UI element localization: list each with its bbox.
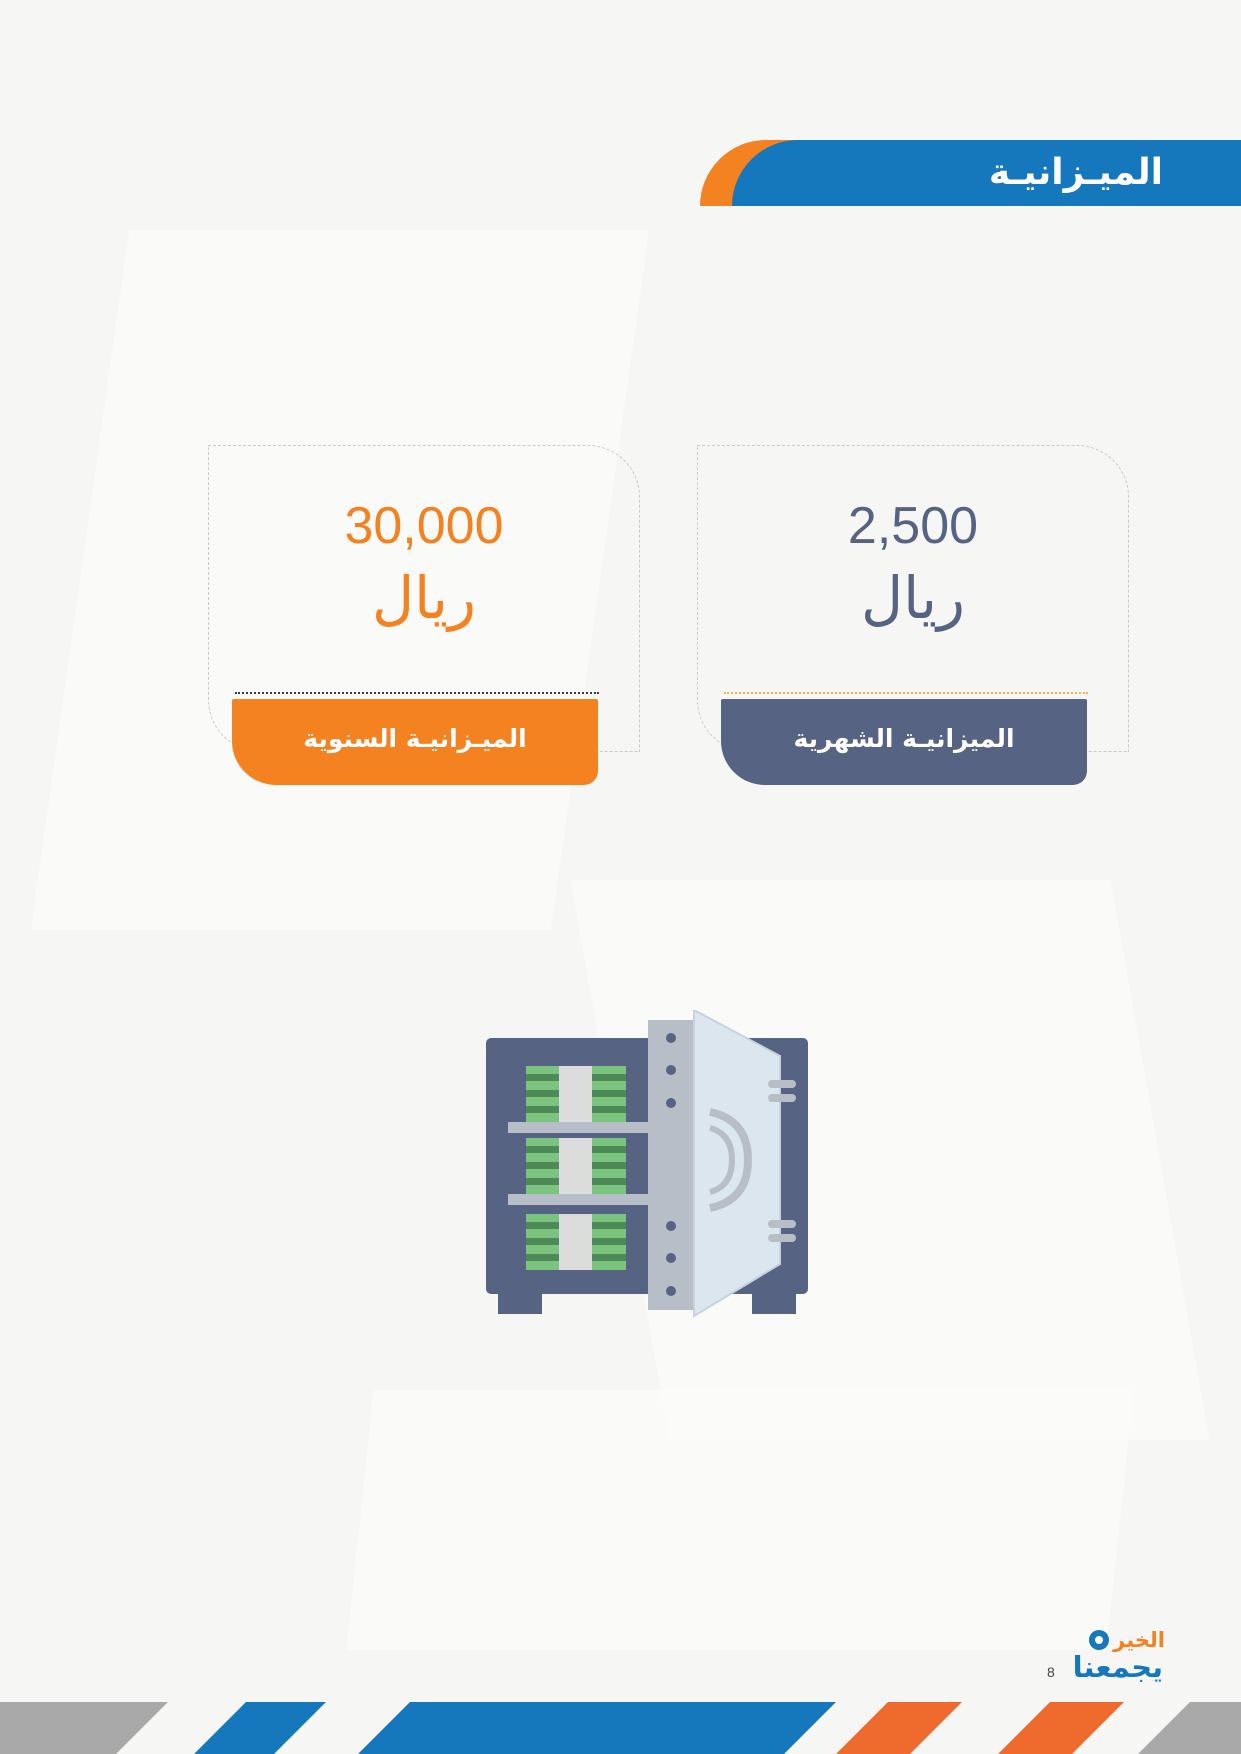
card-divider	[724, 692, 1088, 694]
logo-emblem-icon	[1089, 1630, 1109, 1650]
background-shape	[346, 1390, 1134, 1650]
logo-text-top: الخير	[1113, 1628, 1165, 1652]
monthly-budget-currency: ريال	[861, 564, 965, 632]
card-divider	[235, 692, 599, 694]
title-bar-blue: الميـزانيـة	[732, 140, 1241, 206]
monthly-budget-amount: 2,500	[847, 497, 979, 555]
page-title-band: الميـزانيـة	[700, 140, 1241, 206]
annual-budget-currency: ريال	[372, 564, 476, 632]
page-title: الميـزانيـة	[988, 152, 1163, 193]
page-number: 8	[1047, 1664, 1055, 1680]
monthly-budget-card: 2,500 ريال الميزانيـة الشهرية	[697, 445, 1129, 785]
annual-budget-label: الميـزانيـة السنوية	[232, 699, 598, 785]
annual-budget-amount: 30,000	[344, 497, 504, 555]
money-safe-icon	[486, 1010, 808, 1318]
footer-stripes	[0, 1702, 1241, 1754]
logo-text-bottom: يجمعنا	[1072, 1650, 1163, 1684]
monthly-budget-label: الميزانيـة الشهرية	[721, 699, 1087, 785]
brand-logo: الخير يجمعنا	[1073, 1628, 1165, 1686]
annual-budget-card: 30,000 ريال الميـزانيـة السنوية	[208, 445, 640, 785]
